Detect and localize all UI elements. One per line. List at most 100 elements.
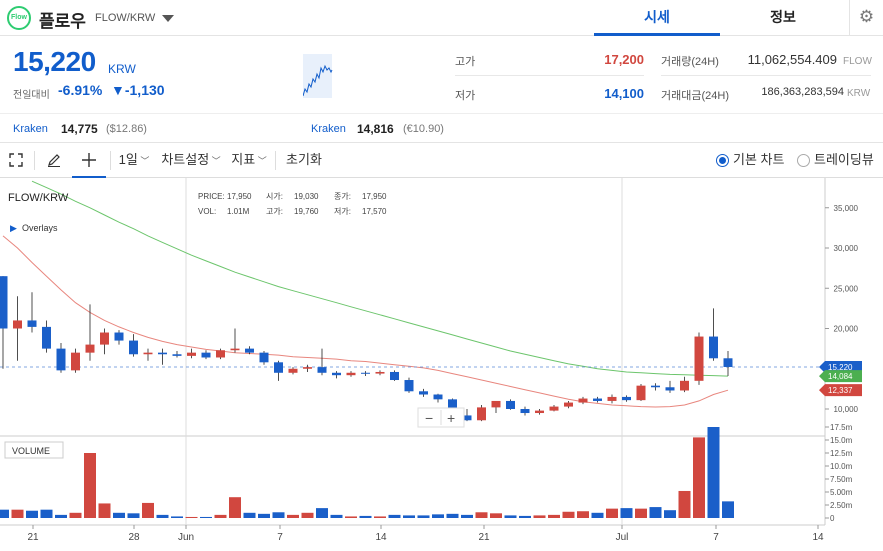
change-percent: -6.91% <box>58 82 103 98</box>
info-open: 19,030 <box>294 192 319 201</box>
candle-body <box>317 367 327 373</box>
candlestick-chart[interactable]: 10,00015,00020,00025,00030,00035,00002.5… <box>0 178 883 546</box>
candle-body <box>201 352 211 358</box>
volume-tick-label: 10.0m <box>830 462 853 471</box>
exchange-eur: (€10.90) <box>403 123 444 135</box>
candle-body <box>375 371 385 374</box>
volume-tick-label: 7.50m <box>830 475 853 484</box>
ohlc-info: PRICE: 17,950 시가: 19,030 종가: 17,950 VOL:… <box>198 192 387 216</box>
candle-body <box>216 350 225 358</box>
zoom-controls[interactable]: − + <box>417 407 465 428</box>
overlays-toggle[interactable]: Overlays <box>22 223 58 233</box>
volume-tick-label: 15.0m <box>830 436 853 445</box>
volume-bar <box>678 490 691 518</box>
time-tick-label: 21 <box>478 532 490 543</box>
candle-body <box>288 368 298 373</box>
tab-market-price[interactable]: 시세 <box>594 0 720 36</box>
volume-bar <box>577 511 589 518</box>
divider <box>661 75 871 76</box>
chart-settings-menu[interactable]: 차트설정 ﹀ <box>158 143 224 178</box>
volume-bar <box>562 511 575 518</box>
volume-bar <box>11 509 24 518</box>
candles <box>0 276 733 422</box>
expand-icon[interactable] <box>4 143 28 178</box>
reset-button[interactable]: 초기화 <box>284 143 324 178</box>
exchange-name[interactable]: Kraken <box>13 123 48 135</box>
volume-bar <box>432 514 444 518</box>
price-tick-label: 10,000 <box>834 405 859 414</box>
gear-icon[interactable]: ⚙ <box>849 0 883 36</box>
coin-pair[interactable]: FLOW/KRW <box>95 12 155 24</box>
info-low-key: 저가: <box>334 207 351 216</box>
interval-select[interactable]: 1일 ﹀ <box>116 143 152 178</box>
candle-body <box>491 400 501 408</box>
zoom-out-button[interactable]: − <box>425 410 433 426</box>
candle-body <box>332 372 341 376</box>
volume-bar <box>185 516 198 518</box>
chevron-down-icon: ﹀ <box>209 156 221 166</box>
caret-down-icon[interactable] <box>162 15 174 22</box>
coin-name[interactable]: 플로우 <box>39 7 86 32</box>
volume-bar <box>272 512 285 518</box>
zoom-in-button[interactable]: + <box>447 410 455 426</box>
volume-tag: VOLUME <box>4 441 64 459</box>
candle-body <box>85 344 95 353</box>
candle-body <box>0 276 8 329</box>
candle-body <box>71 352 80 371</box>
info-open-key: 시가: <box>266 192 283 201</box>
tab-info[interactable]: 정보 <box>720 0 846 36</box>
candle-body <box>303 367 312 369</box>
low-price: 14,100 <box>604 86 644 101</box>
basic-chart-label[interactable]: 기본 차트 <box>733 143 785 178</box>
price-chart[interactable]: 10,00015,00020,00025,00030,00035,00002.5… <box>0 178 883 546</box>
info-price: 17,950 <box>227 192 252 201</box>
tradingview-radio[interactable] <box>797 154 810 167</box>
volume-bar <box>374 516 386 518</box>
info-price-key: PRICE: <box>198 192 225 201</box>
mini-sparkline <box>303 54 428 98</box>
volume-bar <box>707 427 720 518</box>
candle-body <box>709 336 718 359</box>
volume-bar <box>548 514 560 518</box>
volume-bar <box>200 516 212 518</box>
volume-bar <box>0 509 9 518</box>
change-label: 전일대비 <box>13 90 50 101</box>
volume-bar <box>113 512 125 518</box>
pencil-icon[interactable] <box>42 143 66 178</box>
candle-body <box>245 348 254 353</box>
chart-axes: 10,00015,00020,00025,00030,00035,00002.5… <box>27 204 862 543</box>
chart-symbol: FLOW/KRW <box>8 192 69 204</box>
crosshair-icon[interactable] <box>72 143 106 178</box>
exchange-price: 14,816 <box>357 122 394 136</box>
exchange-name[interactable]: Kraken <box>311 123 346 135</box>
info-high-key: 고가: <box>266 207 283 216</box>
candle-body <box>27 320 37 327</box>
candle-body <box>274 362 283 373</box>
volume-bar <box>301 512 314 518</box>
flow-logo: Flow <box>7 6 31 30</box>
candle-body <box>129 340 138 355</box>
volume-bar <box>693 437 705 518</box>
price-badge: 12,337 <box>819 384 862 397</box>
low-label: 저가 <box>455 90 476 102</box>
volume-tick-label: 17.5m <box>830 423 853 432</box>
coin-header: Flow 플로우 FLOW/KRW 시세 정보 ⚙ <box>0 0 883 36</box>
info-high: 19,760 <box>294 207 319 216</box>
candle-body <box>564 402 573 407</box>
volume-bar <box>533 515 546 518</box>
volume-bar <box>403 515 415 518</box>
overlays-caret-icon[interactable]: ▶ <box>10 223 17 233</box>
info-close-key: 종가: <box>334 192 351 201</box>
volume-tick-label: 5.00m <box>830 488 853 497</box>
current-price: 15,220 <box>13 46 96 77</box>
candle-body <box>100 332 109 345</box>
basic-chart-radio[interactable] <box>716 154 729 167</box>
time-tick-label: Jul <box>616 532 629 543</box>
candle-body <box>114 332 124 341</box>
volume-bar <box>84 453 96 518</box>
volume-tick-label: 2.50m <box>830 501 853 510</box>
volume-bar <box>229 497 241 518</box>
indicators-menu[interactable]: 지표 ﹀ <box>229 143 269 178</box>
candle-body <box>622 396 631 401</box>
tradingview-label[interactable]: 트레이딩뷰 <box>814 143 878 178</box>
